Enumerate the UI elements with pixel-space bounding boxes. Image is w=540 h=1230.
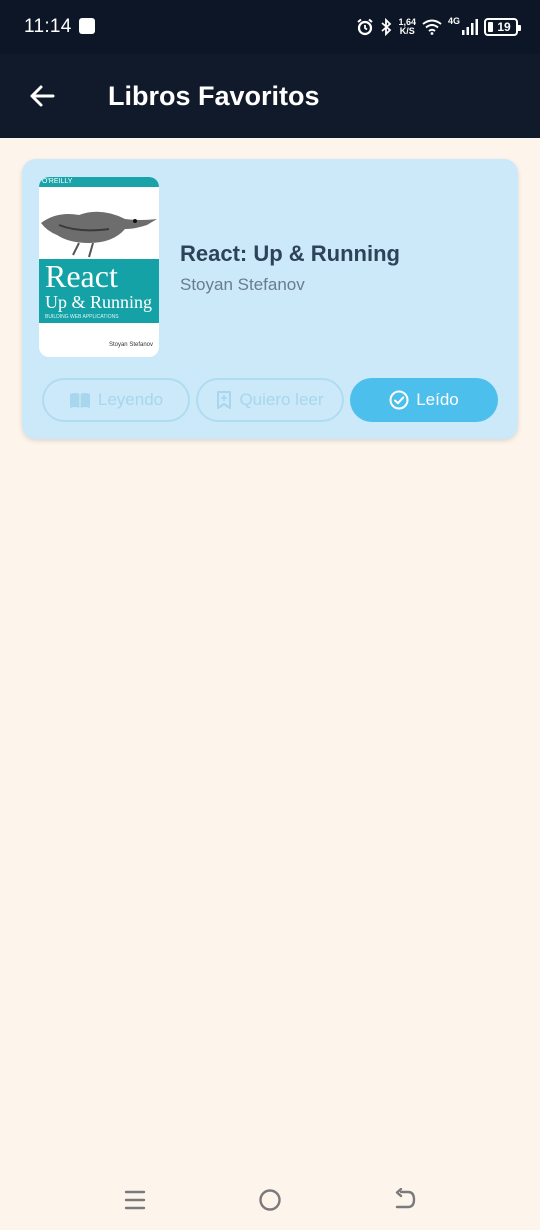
book-card[interactable]: O'REILLY React Up & Running BUILDING WEB…	[22, 159, 518, 439]
cover-title-line2: Up & Running	[45, 292, 153, 312]
battery-level: 19	[497, 20, 511, 34]
system-nav-bar	[0, 1170, 540, 1230]
notification-icon	[79, 18, 95, 34]
recent-apps-button[interactable]	[115, 1182, 155, 1218]
read-button[interactable]: Leído	[350, 378, 498, 422]
alarm-icon	[357, 18, 374, 36]
page-title: Libros Favoritos	[108, 81, 320, 111]
book-author: Stoyan Stefanov	[180, 275, 305, 294]
app-bar: Libros Favoritos	[0, 54, 540, 138]
want-to-read-button[interactable]: Quiero leer	[196, 378, 344, 422]
status-icons: 1,64 K/S 4G 19	[356, 14, 521, 40]
arrow-left-icon	[30, 85, 55, 107]
home-circle-icon	[259, 1189, 281, 1211]
cover-title-line1: React	[45, 258, 118, 294]
back-nav-button[interactable]	[385, 1182, 425, 1218]
wifi-icon	[422, 19, 442, 35]
read-label: Leído	[416, 390, 459, 409]
bookmark-icon	[217, 391, 232, 409]
book-open-icon	[69, 393, 90, 408]
back-button[interactable]	[22, 76, 62, 116]
signal-icon	[462, 19, 478, 35]
battery-icon: 19	[484, 18, 521, 36]
want-to-read-label: Quiero leer	[239, 390, 324, 409]
cover-author: Stoyan Stefanov	[108, 342, 153, 348]
cover-tagline: BUILDING WEB APPLICATIONS	[45, 314, 119, 320]
reading-label: Leyendo	[97, 390, 164, 409]
book-cover[interactable]: O'REILLY React Up & Running BUILDING WEB…	[39, 177, 159, 357]
status-time: 11:14	[24, 16, 72, 37]
back-nav-icon	[395, 1188, 416, 1209]
menu-icon	[124, 1190, 146, 1210]
home-button[interactable]	[250, 1182, 290, 1218]
check-circle-icon	[389, 390, 409, 410]
reading-button[interactable]: Leyendo	[42, 378, 190, 422]
bluetooth-icon	[381, 18, 392, 36]
net-speed-unit: K/S	[399, 26, 415, 36]
book-title: React: Up & Running	[180, 241, 400, 266]
status-bar: 11:14 1,64 K/S 4G 19	[0, 0, 540, 54]
net-speed: 1,64 K/S	[398, 18, 416, 36]
bird-illustration-icon	[41, 211, 157, 258]
network-type: 4G	[447, 16, 460, 26]
